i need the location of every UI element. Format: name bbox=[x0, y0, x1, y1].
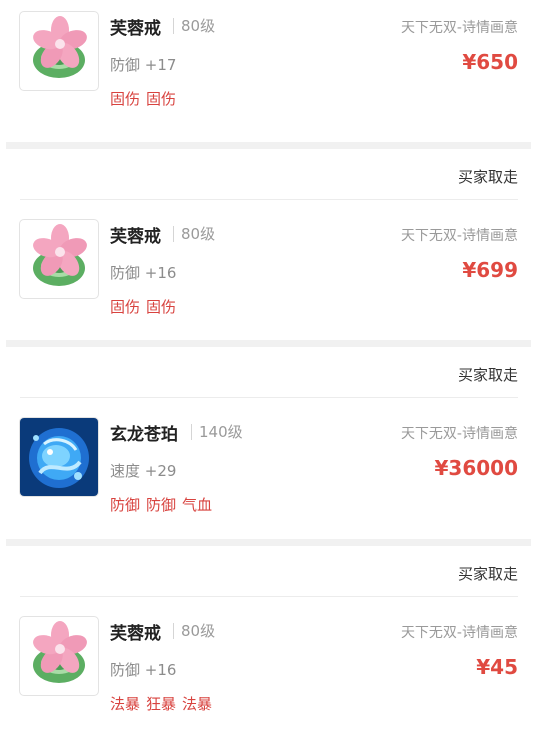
divider bbox=[20, 397, 518, 398]
status-text: 买家取走 bbox=[457, 168, 518, 186]
price: ¥650 bbox=[462, 50, 518, 74]
item-name: 芙蓉戒 bbox=[110, 19, 161, 39]
item-tags: 固伤 固伤 bbox=[110, 296, 182, 317]
item-level: 80级 bbox=[181, 17, 216, 35]
divider bbox=[173, 18, 174, 34]
card-separator bbox=[6, 539, 531, 546]
pink-flower-jade-ring-icon[interactable] bbox=[19, 11, 99, 91]
divider bbox=[173, 226, 174, 242]
listing-item[interactable]: 玄龙苍珀 140级 速度 +29 防御 防御 气血 天下无双-诗情画意 ¥36000 bbox=[0, 408, 554, 528]
listing-status-bar: 买家取走 bbox=[0, 350, 554, 398]
item-tag: 固伤 bbox=[146, 90, 177, 108]
price: ¥36000 bbox=[434, 456, 519, 480]
item-stat: 防御 +17 bbox=[110, 56, 177, 74]
listing-item[interactable]: 芙蓉戒 80级 防御 +16 法暴 狂暴 法暴 天下无双-诗情画意 ¥45 bbox=[0, 607, 554, 727]
item-tag: 防御 bbox=[146, 496, 177, 514]
listing-feed: 芙蓉戒 80级 防御 +17 固伤固伤 天下无双-诗情画意 ¥650 买家取走 bbox=[0, 0, 554, 735]
listing-status-bar: 买家取走 bbox=[0, 549, 554, 597]
card-separator bbox=[6, 340, 531, 347]
item-stat: 速度 +29 bbox=[110, 462, 177, 480]
listing-item[interactable]: 芙蓉戒 80级 防御 +17 固伤 固伤 天下无双-诗情画意 ¥650 bbox=[0, 2, 554, 122]
divider bbox=[191, 424, 192, 440]
server-name: 天下无双-诗情画意 bbox=[400, 20, 518, 36]
item-name: 玄龙苍珀 bbox=[110, 425, 178, 445]
server-name: 天下无双-诗情画意 bbox=[400, 228, 518, 244]
item-name: 芙蓉戒 bbox=[110, 227, 161, 247]
item-tag: 法暴 bbox=[110, 695, 141, 713]
item-tag: 狂暴 bbox=[146, 695, 177, 713]
divider bbox=[173, 623, 174, 639]
server-name: 天下无双-诗情画意 bbox=[400, 625, 518, 641]
item-tag: 固伤 bbox=[110, 90, 141, 108]
item-tag: 固伤 bbox=[146, 298, 177, 316]
item-tags: 法暴 狂暴 法暴 bbox=[110, 693, 218, 714]
server-name: 天下无双-诗情画意 bbox=[400, 426, 518, 442]
item-stat: 防御 +16 bbox=[110, 661, 177, 679]
item-tag: 法暴 bbox=[182, 695, 213, 713]
item-tag: 固伤 bbox=[110, 298, 141, 316]
item-tag: 防御 bbox=[110, 496, 141, 514]
item-tags: 防御 防御 气血 bbox=[110, 494, 218, 515]
pink-flower-jade-ring-icon[interactable] bbox=[19, 616, 99, 696]
status-text: 买家取走 bbox=[457, 366, 518, 384]
divider bbox=[20, 596, 518, 597]
item-stat: 防御 +16 bbox=[110, 264, 177, 282]
price: ¥699 bbox=[462, 258, 518, 282]
divider bbox=[20, 199, 518, 200]
blue-dragon-amber-icon[interactable] bbox=[19, 417, 99, 497]
item-tags: 固伤 固伤 bbox=[110, 88, 182, 109]
listing-status-bar: 买家取走 bbox=[0, 152, 554, 200]
item-tag: 气血 bbox=[182, 496, 213, 514]
item-level: 140级 bbox=[199, 423, 243, 441]
listing-item[interactable]: 芙蓉戒 80级 防御 +16 固伤 固伤 天下无双-诗情画意 ¥699 bbox=[0, 210, 554, 330]
price: ¥45 bbox=[476, 655, 518, 679]
status-text: 买家取走 bbox=[457, 565, 518, 583]
card-separator bbox=[6, 142, 531, 149]
item-level: 80级 bbox=[181, 622, 216, 640]
pink-flower-jade-ring-icon[interactable] bbox=[19, 219, 99, 299]
item-name: 芙蓉戒 bbox=[110, 624, 161, 644]
item-level: 80级 bbox=[181, 225, 216, 243]
